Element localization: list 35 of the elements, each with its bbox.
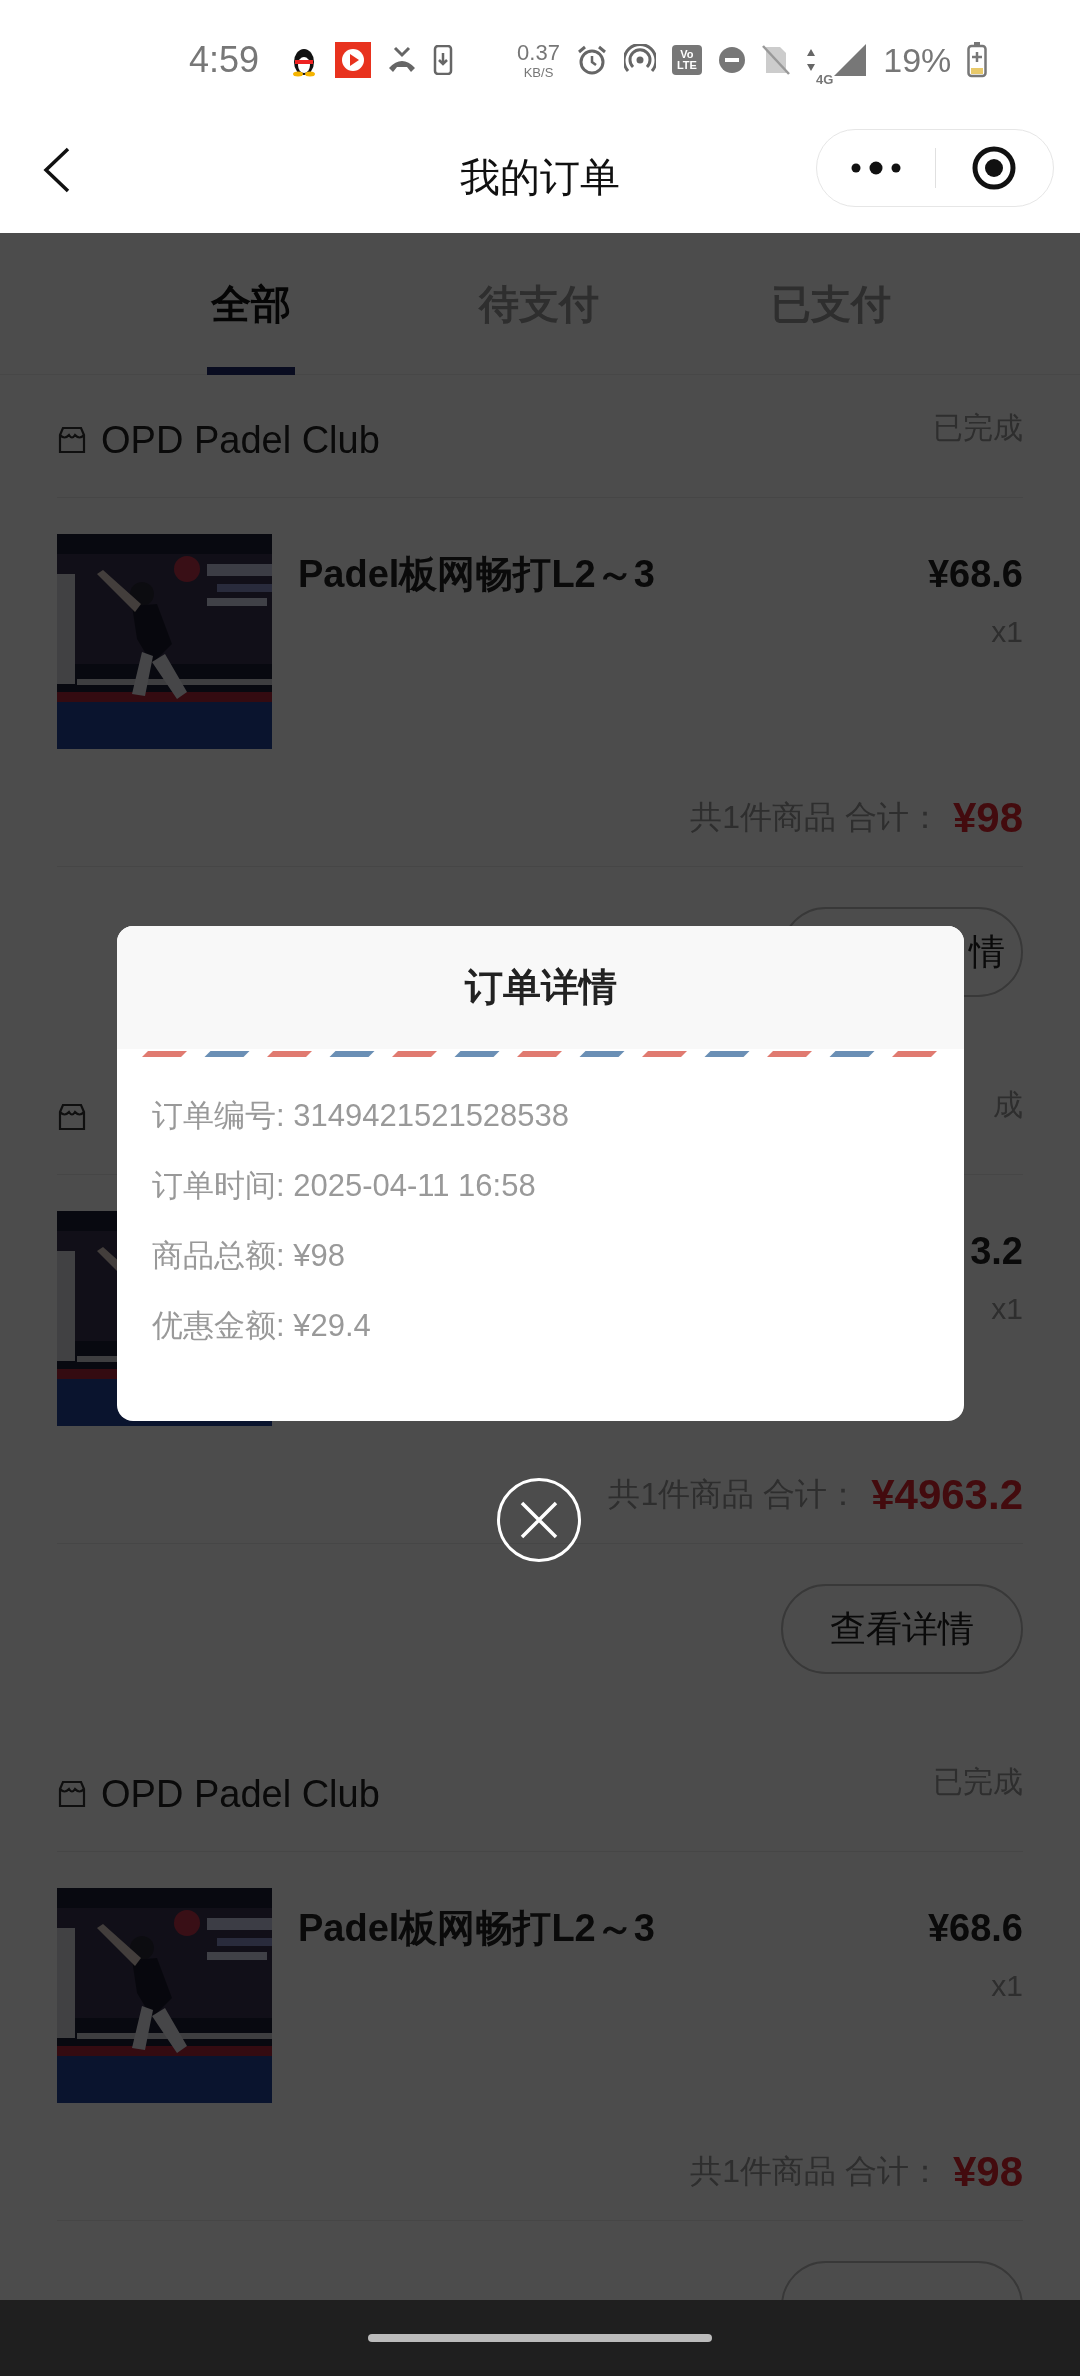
page-title: 我的订单 [460, 153, 620, 201]
network-speed: 0.37 [517, 41, 560, 64]
do-not-disturb-icon [717, 46, 746, 74]
product-price: ¥68.6 [927, 552, 1023, 597]
product-title: Padel板网畅打L2～3 [298, 552, 655, 597]
product-title: Padel板网畅打L2～3 [298, 1906, 655, 1951]
close-icon [519, 1500, 559, 1540]
product-price: 3.2 [970, 1229, 1023, 1274]
order-total: ¥4963.2 [871, 1469, 1023, 1520]
more-icon [850, 161, 901, 175]
store-name: OPD Padel Club [101, 417, 380, 463]
detail-row-text: 订单编号: 3149421521528538 [152, 1097, 571, 1135]
detail-row-text: 商品总额: ¥98 [152, 1237, 346, 1275]
store-name: OPD Padel Club [101, 1771, 380, 1817]
speed-unit: KB/S [523, 65, 554, 79]
close-button[interactable] [497, 1478, 581, 1562]
order-total: ¥98 [952, 792, 1023, 843]
download-icon [433, 45, 454, 75]
alarm-icon [575, 44, 608, 76]
status-time: 4:59 [189, 38, 260, 82]
order-total: ¥98 [952, 2146, 1023, 2197]
network-type: 4G [815, 71, 834, 90]
volte-badge: Vo LTE [671, 45, 702, 75]
target-icon [971, 145, 1018, 191]
detail-row-text: 订单时间: 2025-04-11 16:58 [152, 1167, 537, 1205]
phone-icon [387, 46, 418, 74]
battery-icon [967, 42, 988, 78]
data-arrows-icon [805, 47, 816, 73]
battery-percent: 19% [883, 39, 952, 81]
signal-icon [833, 43, 868, 77]
no-sim-icon [761, 45, 790, 75]
detail-row-text: 优惠金额: ¥29.4 [152, 1307, 372, 1345]
product-price: ¥68.6 [927, 1906, 1023, 1951]
play-app-icon [335, 42, 372, 78]
dialog-title: 订单详情 [464, 965, 617, 1010]
